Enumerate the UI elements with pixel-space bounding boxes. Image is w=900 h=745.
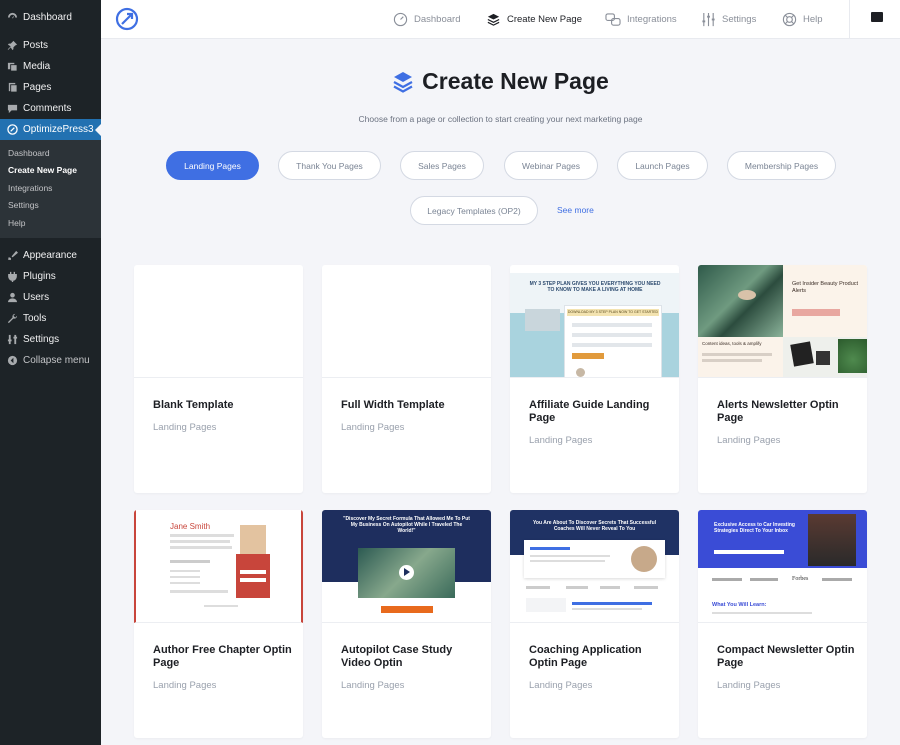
submenu-create-new-page[interactable]: Create New Page: [0, 162, 101, 180]
template-thumbnail: You Are About To Discover Secrets That S…: [510, 510, 679, 623]
template-card-affiliate-guide[interactable]: MY 3 STEP PLAN GIVES YOU EVERYTHING YOU …: [510, 265, 679, 493]
template-category: Landing Pages: [341, 680, 405, 691]
layers-icon: [487, 13, 500, 26]
page-subtitle: Choose from a page or collection to star…: [358, 114, 643, 124]
template-name: Autopilot Case Study Video Optin: [341, 644, 453, 669]
template-name: Affiliate Guide Landing Page: [529, 399, 650, 424]
submenu-dashboard[interactable]: Dashboard: [0, 144, 101, 162]
sidebar-item-plugins[interactable]: Plugins: [0, 266, 101, 287]
template-category: Landing Pages: [153, 422, 217, 433]
filter-landing-pages[interactable]: Landing Pages: [166, 151, 259, 180]
plug-icon: [6, 270, 18, 282]
topnav-settings[interactable]: Settings: [701, 0, 756, 39]
layers-icon: [393, 71, 413, 93]
topnav-integrations[interactable]: Integrations: [605, 0, 677, 39]
template-name: Compact Newsletter Optin Page: [717, 644, 855, 669]
filter-membership-pages[interactable]: Membership Pages: [727, 151, 836, 180]
sliders-icon: [6, 333, 18, 345]
sidebar-item-media[interactable]: Media: [0, 56, 101, 77]
template-card-coaching-application[interactable]: You Are About To Discover Secrets That S…: [510, 510, 679, 738]
collapse-icon: [6, 354, 18, 366]
sidebar-item-pages[interactable]: Pages: [0, 77, 101, 98]
template-category: Landing Pages: [529, 680, 593, 691]
sidebar-item-users[interactable]: Users: [0, 287, 101, 308]
wp-admin-sidebar: Dashboard Posts Media Pages Comments Opt…: [0, 0, 101, 745]
template-name: Alerts Newsletter Optin Page: [717, 399, 839, 424]
pin-icon: [6, 40, 18, 52]
template-card-full-width[interactable]: Full Width Template Landing Pages: [322, 265, 491, 493]
sidebar-item-posts[interactable]: Posts: [0, 35, 101, 56]
topnav-create-new-page[interactable]: Create New Page: [486, 0, 582, 39]
dashboard-icon: [6, 12, 18, 24]
filter-webinar-pages[interactable]: Webinar Pages: [504, 151, 598, 180]
template-thumbnail: MY 3 STEP PLAN GIVES YOU EVERYTHING YOU …: [510, 265, 679, 378]
template-name: Coaching Application Optin Page: [529, 644, 642, 669]
brush-icon: [6, 249, 18, 261]
media-icon: [6, 61, 18, 73]
template-card-author-free-chapter[interactable]: Jane Smith Author Free Chapter Optin Pag…: [134, 510, 303, 738]
see-more-link[interactable]: See more: [557, 205, 594, 215]
sidebar-item-tools[interactable]: Tools: [0, 308, 101, 329]
template-category: Landing Pages: [153, 680, 217, 691]
template-card-autopilot-case-study[interactable]: "Discover My Secret Formula That Allowed…: [322, 510, 491, 738]
topnav-help[interactable]: Help: [782, 0, 823, 39]
template-category: Landing Pages: [529, 435, 593, 446]
template-thumbnail: Exclusive Access to Car Investing Strate…: [698, 510, 867, 623]
comment-icon: [6, 103, 18, 115]
sidebar-item-comments[interactable]: Comments: [0, 98, 101, 119]
optimizepress-topbar: Dashboard Create New Page Integrations S…: [101, 0, 900, 39]
template-thumbnail: Jane Smith: [134, 510, 303, 623]
sliders-icon: [702, 12, 715, 27]
wrench-icon: [6, 312, 18, 324]
gauge-icon: [393, 12, 408, 27]
template-name: Blank Template: [153, 399, 234, 411]
filter-thank-you-pages[interactable]: Thank You Pages: [278, 151, 381, 180]
user-icon: [6, 291, 18, 303]
filter-launch-pages[interactable]: Launch Pages: [617, 151, 708, 180]
template-thumbnail: [134, 265, 303, 378]
filter-sales-pages[interactable]: Sales Pages: [400, 151, 484, 180]
submenu-help[interactable]: Help: [0, 214, 101, 232]
sidebar-item-settings[interactable]: Settings: [0, 329, 101, 350]
template-name: Full Width Template: [341, 399, 445, 411]
page-title: Create New Page: [422, 68, 609, 94]
template-card-blank[interactable]: Blank Template Landing Pages: [134, 265, 303, 493]
template-card-alerts-newsletter[interactable]: Get Insider Beauty Product Alerts Conten…: [698, 265, 867, 493]
sidebar-item-appearance[interactable]: Appearance: [0, 245, 101, 266]
sidebar-item-dashboard[interactable]: Dashboard: [0, 7, 101, 28]
template-name: Author Free Chapter Optin Page: [153, 644, 292, 669]
submenu-integrations[interactable]: Integrations: [0, 179, 101, 197]
sidebar-item-optimizepress[interactable]: OptimizePress3: [0, 119, 101, 140]
template-category: Landing Pages: [341, 422, 405, 433]
optimizepress-logo[interactable]: [115, 7, 139, 31]
template-category: Landing Pages: [717, 435, 781, 446]
submenu-settings[interactable]: Settings: [0, 197, 101, 215]
template-thumbnail: [322, 265, 491, 378]
template-category: Landing Pages: [717, 680, 781, 691]
page-icon: [6, 82, 18, 94]
template-card-compact-newsletter[interactable]: Exclusive Access to Car Investing Strate…: [698, 510, 867, 738]
topnav-divider: [849, 0, 850, 39]
page-heading: Create New Page: [101, 68, 900, 95]
topnav-dashboard[interactable]: Dashboard: [393, 0, 460, 39]
fullscreen-icon[interactable]: [871, 12, 883, 22]
filter-legacy-templates[interactable]: Legacy Templates (OP2): [410, 196, 538, 225]
integrations-icon: [605, 13, 621, 26]
optimizepress-submenu: Dashboard Create New Page Integrations S…: [0, 140, 101, 238]
sidebar-item-collapse[interactable]: Collapse menu: [0, 350, 101, 371]
template-thumbnail: "Discover My Secret Formula That Allowed…: [322, 510, 491, 623]
template-thumbnail: Get Insider Beauty Product Alerts Conten…: [698, 265, 867, 378]
lifebuoy-icon: [782, 12, 797, 27]
optimizepress-icon: [6, 124, 18, 136]
